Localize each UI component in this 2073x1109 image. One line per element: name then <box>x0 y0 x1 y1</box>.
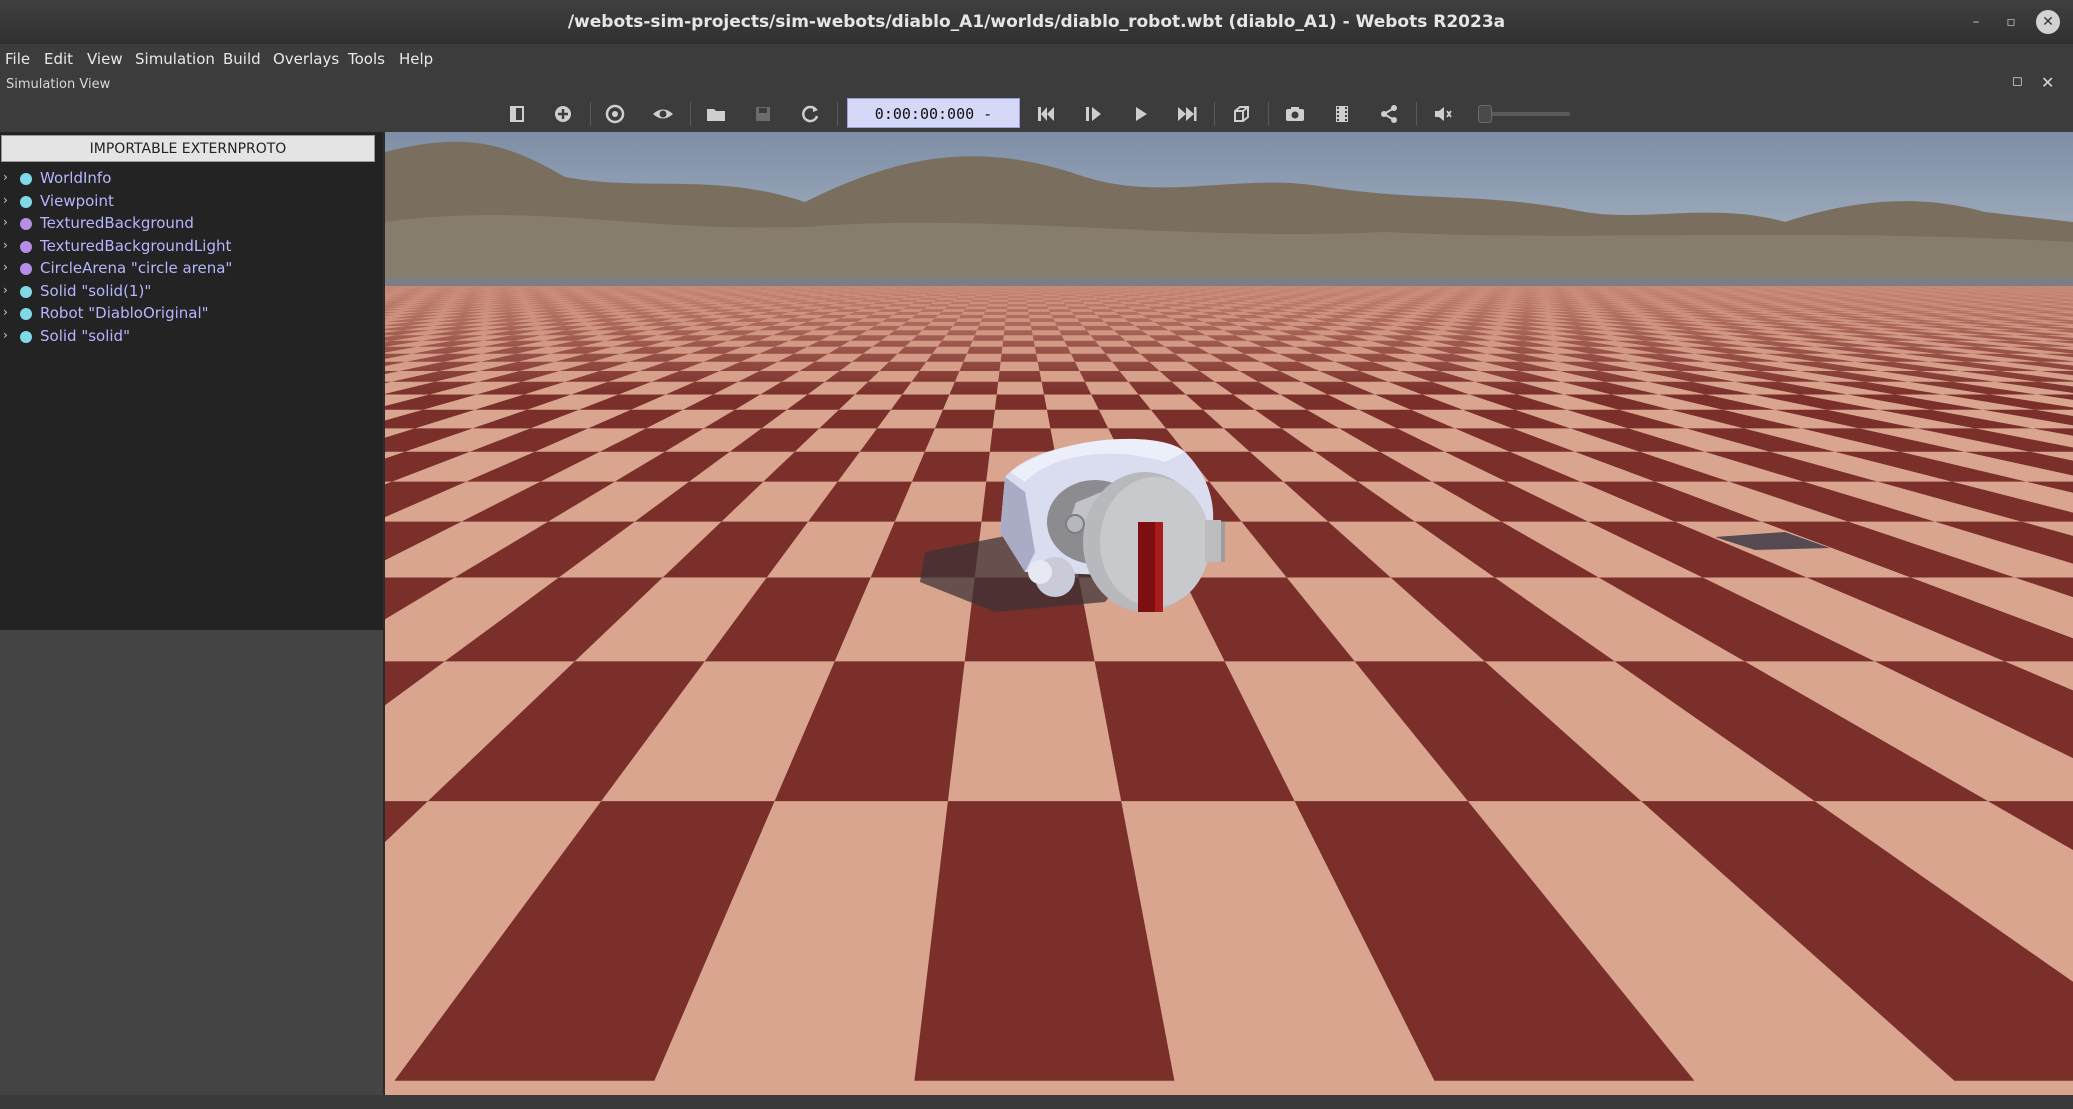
open-world-icon[interactable] <box>702 100 730 128</box>
scene-tree-node[interactable]: › TexturedBackgroundLight <box>0 236 380 258</box>
expand-arrow-icon[interactable]: › <box>3 260 8 274</box>
scene-tree-node-label: TexturedBackground <box>40 214 194 232</box>
scene-tree-node-label: Solid "solid" <box>40 326 130 345</box>
menu-tools[interactable]: Tools <box>348 50 385 68</box>
dock-close-button[interactable]: ✕ <box>2041 73 2054 92</box>
step-icon[interactable] <box>1079 100 1107 128</box>
visibility-icon[interactable] <box>649 100 677 128</box>
dock-title: Simulation View <box>6 77 111 92</box>
node-type-icon <box>20 195 32 208</box>
simulation-toolbar: 0:00:00:000 - 0.00x <box>0 96 2073 153</box>
scene-tree-node[interactable]: › Solid "solid(1)" <box>0 281 380 303</box>
toolbar-separator <box>837 102 838 126</box>
field-editor-panel <box>0 630 383 1095</box>
maximize-button[interactable]: ▫ <box>1999 10 2023 34</box>
scene-tree-panel: IMPORTABLE EXTERNPROTO › WorldInfo › Viewpo… <box>0 132 383 630</box>
expand-arrow-icon[interactable]: › <box>3 238 8 252</box>
importable-externproto-button[interactable]: IMPORTABLE EXTERNPROTO <box>1 135 375 162</box>
menu-bar: File Edit View Simulation Build Overlays… <box>0 44 2073 74</box>
share-icon[interactable] <box>1375 100 1403 128</box>
expand-arrow-icon[interactable]: › <box>3 193 8 207</box>
screenshot-icon[interactable] <box>1281 100 1309 128</box>
expand-arrow-icon[interactable]: › <box>3 328 8 342</box>
scene-tree-node[interactable]: › CircleArena "circle arena" <box>0 258 380 280</box>
floor-tile <box>994 394 1047 410</box>
node-type-icon <box>20 218 32 230</box>
toolbar-separator <box>1214 102 1215 126</box>
3d-view[interactable] <box>385 132 2073 1095</box>
menu-simulation[interactable]: Simulation <box>135 50 215 68</box>
menu-edit[interactable]: Edit <box>44 50 73 68</box>
scene-tree-node-label: Solid "solid(1)" <box>40 281 152 300</box>
expand-arrow-icon[interactable]: › <box>3 283 8 297</box>
scene-tree-node-label: Viewpoint <box>40 191 114 210</box>
mute-icon[interactable] <box>1428 100 1456 128</box>
scene-tree-node[interactable]: › Solid "solid" <box>0 326 380 348</box>
minimize-button[interactable]: – <box>1964 10 1988 34</box>
scene-tree-node-label: TexturedBackgroundLight <box>40 236 232 255</box>
expand-arrow-icon[interactable]: › <box>3 305 8 319</box>
expand-arrow-icon[interactable]: › <box>3 170 8 184</box>
reset-view-icon[interactable] <box>601 100 629 128</box>
add-node-icon[interactable] <box>549 100 577 128</box>
window-title: /webots-sim-projects/sim-webots/diablo_A… <box>567 12 1506 32</box>
record-movie-icon[interactable] <box>1328 100 1356 128</box>
expand-arrow-icon[interactable]: › <box>3 215 8 229</box>
scene-tree-node-label: Robot "DiabloOriginal" <box>40 304 209 322</box>
toolbar-separator <box>590 102 591 126</box>
menu-help[interactable]: Help <box>399 50 433 68</box>
reload-world-icon[interactable] <box>796 100 824 128</box>
node-type-icon <box>20 285 32 298</box>
window-title-bar: /webots-sim-projects/sim-webots/diablo_A… <box>0 0 2073 45</box>
toolbar-separator <box>690 102 691 126</box>
simulation-time-display: 0:00:00:000 - 0.00x <box>847 98 1020 153</box>
scene-tree-node[interactable]: › WorldInfo <box>0 168 380 190</box>
floor-tile <box>1046 409 1109 429</box>
menu-file[interactable]: File <box>5 50 30 68</box>
save-world-icon[interactable] <box>749 100 777 128</box>
volume-slider-handle[interactable] <box>1478 105 1492 123</box>
toolbar-separator <box>1416 102 1417 126</box>
scene-tree-node-label: WorldInfo <box>40 169 112 187</box>
volume-slider-track <box>1482 112 1570 116</box>
scene-tree-node[interactable]: › Robot "DiabloOriginal" <box>0 303 380 325</box>
node-type-icon <box>20 240 32 253</box>
scene-tree-node-label: CircleArena "circle arena" <box>40 259 233 277</box>
run-icon[interactable] <box>1126 100 1154 128</box>
show-scene-tree-icon[interactable] <box>503 100 531 128</box>
floor-tile <box>989 428 1055 452</box>
fast-forward-icon[interactable] <box>1173 100 1201 128</box>
menu-build[interactable]: Build <box>223 50 261 68</box>
close-window-button[interactable]: ✕ <box>2036 10 2060 34</box>
rendering-icon[interactable] <box>1227 100 1255 128</box>
menu-overlays[interactable]: Overlays <box>273 50 339 68</box>
menu-view[interactable]: View <box>87 50 123 68</box>
dock-float-button[interactable]: ◻ <box>2012 74 2023 89</box>
node-type-icon <box>20 308 32 320</box>
scene-tree-node[interactable]: › TexturedBackground <box>0 213 380 235</box>
toolbar-separator <box>1268 102 1269 126</box>
reset-simulation-icon[interactable] <box>1032 100 1060 128</box>
node-type-icon <box>20 330 32 343</box>
floor-tile <box>912 451 990 482</box>
node-type-icon <box>20 263 32 275</box>
node-type-icon <box>20 173 32 185</box>
simulation-view-dock-header: Simulation View ◻ ✕ <box>0 73 2073 96</box>
floor-tile <box>934 409 995 429</box>
scene-tree-node[interactable]: › Viewpoint <box>0 191 380 213</box>
